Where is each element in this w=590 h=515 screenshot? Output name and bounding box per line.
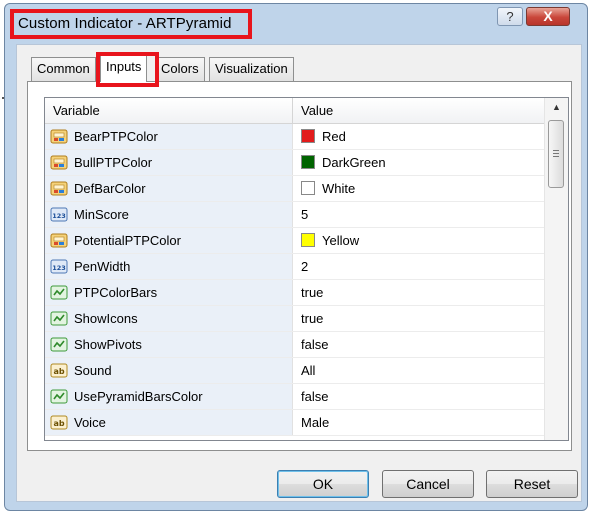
variable-cell[interactable]: PTPColorBars: [45, 280, 293, 305]
header-divider[interactable]: [292, 98, 293, 124]
table-row[interactable]: 123 PenWidth 2: [45, 254, 544, 280]
table-row[interactable]: ab Sound All: [45, 358, 544, 384]
table-row[interactable]: ShowIcons true: [45, 306, 544, 332]
value-cell[interactable]: 2: [301, 259, 308, 274]
value-cell[interactable]: 5: [301, 207, 308, 222]
string-icon: ab: [50, 414, 68, 431]
color-icon: [50, 154, 68, 171]
variable-name: DefBarColor: [74, 181, 146, 196]
table-row[interactable]: ShowPivots false: [45, 332, 544, 358]
color-icon: [50, 232, 68, 249]
variable-name: MinScore: [74, 207, 129, 222]
close-button[interactable]: X: [526, 7, 570, 26]
scroll-grip-icon: [553, 150, 559, 157]
value-cell[interactable]: Yellow: [322, 233, 359, 248]
boolean-icon: [50, 310, 68, 327]
value-cell[interactable]: Red: [322, 129, 346, 144]
tab-colors[interactable]: Colors: [155, 57, 205, 81]
variable-name: PenWidth: [74, 259, 131, 274]
value-cell[interactable]: true: [301, 285, 323, 300]
integer-icon: 123: [50, 206, 68, 223]
title-highlight-box: [10, 9, 252, 39]
tab-visualization[interactable]: Visualization: [209, 57, 294, 81]
variable-cell[interactable]: DefBarColor: [45, 176, 293, 201]
value-cell[interactable]: DarkGreen: [322, 155, 386, 170]
boolean-icon: [50, 284, 68, 301]
close-icon: X: [543, 8, 553, 24]
value-cell[interactable]: White: [322, 181, 355, 196]
table-row[interactable]: DefBarColor White: [45, 176, 544, 202]
ok-button[interactable]: OK: [277, 470, 369, 498]
scroll-thumb[interactable]: [548, 120, 564, 188]
column-header-variable[interactable]: Variable: [53, 103, 100, 118]
variable-name: Sound: [74, 363, 112, 378]
value-cell[interactable]: false: [301, 389, 328, 404]
variable-cell[interactable]: BearPTPColor: [45, 124, 293, 149]
variable-cell[interactable]: ShowIcons: [45, 306, 293, 331]
table-row[interactable]: PTPColorBars true: [45, 280, 544, 306]
svg-text:123: 123: [52, 212, 66, 220]
color-swatch[interactable]: [301, 181, 315, 195]
svg-text:ab: ab: [53, 419, 64, 428]
variable-name: Voice: [74, 415, 106, 430]
table-row[interactable]: BullPTPColor DarkGreen: [45, 150, 544, 176]
variable-cell[interactable]: UsePyramidBarsColor: [45, 384, 293, 409]
variable-name: UsePyramidBarsColor: [74, 389, 203, 404]
value-cell[interactable]: true: [301, 311, 323, 326]
variable-cell[interactable]: ab Sound: [45, 358, 293, 383]
value-cell[interactable]: false: [301, 337, 328, 352]
table-row[interactable]: UsePyramidBarsColor false: [45, 384, 544, 410]
color-swatch[interactable]: [301, 155, 315, 169]
variable-name: ShowIcons: [74, 311, 138, 326]
svg-text:ab: ab: [53, 367, 64, 376]
color-swatch[interactable]: [301, 129, 315, 143]
tab-common[interactable]: Common: [31, 57, 96, 81]
table-row[interactable]: 123 MinScore 5: [45, 202, 544, 228]
scroll-up-arrow-icon[interactable]: ▲: [545, 98, 568, 116]
table-row[interactable]: ab Voice Male: [45, 410, 544, 436]
table-row[interactable]: BearPTPColor Red: [45, 124, 544, 150]
variable-cell[interactable]: ShowPivots: [45, 332, 293, 357]
variable-name: PTPColorBars: [74, 285, 158, 300]
variable-name: BearPTPColor: [74, 129, 158, 144]
value-cell[interactable]: Male: [301, 415, 329, 430]
grid-header: Variable Value: [45, 98, 544, 124]
column-header-value[interactable]: Value: [301, 103, 333, 118]
inputs-grid: Variable Value BearPTPColor Red BullPTPCol…: [44, 97, 569, 441]
value-cell[interactable]: All: [301, 363, 315, 378]
boolean-icon: [50, 388, 68, 405]
color-icon: [50, 128, 68, 145]
variable-cell[interactable]: ab Voice: [45, 410, 293, 435]
variable-name: BullPTPColor: [74, 155, 153, 170]
integer-icon: 123: [50, 258, 68, 275]
reset-button[interactable]: Reset: [486, 470, 578, 498]
variable-name: ShowPivots: [74, 337, 142, 352]
table-row[interactable]: PotentialPTPColor Yellow: [45, 228, 544, 254]
variable-cell[interactable]: PotentialPTPColor: [45, 228, 293, 253]
vertical-scrollbar[interactable]: ▲: [544, 98, 568, 440]
tab-inputs[interactable]: Inputs: [100, 54, 148, 82]
variable-cell[interactable]: 123 PenWidth: [45, 254, 293, 279]
variable-cell[interactable]: BullPTPColor: [45, 150, 293, 175]
string-icon: ab: [50, 362, 68, 379]
help-button[interactable]: ?: [497, 7, 523, 26]
variable-name: PotentialPTPColor: [74, 233, 181, 248]
color-swatch[interactable]: [301, 233, 315, 247]
boolean-icon: [50, 336, 68, 353]
variable-cell[interactable]: 123 MinScore: [45, 202, 293, 227]
color-icon: [50, 180, 68, 197]
cancel-button[interactable]: Cancel: [382, 470, 474, 498]
svg-text:123: 123: [52, 264, 66, 272]
